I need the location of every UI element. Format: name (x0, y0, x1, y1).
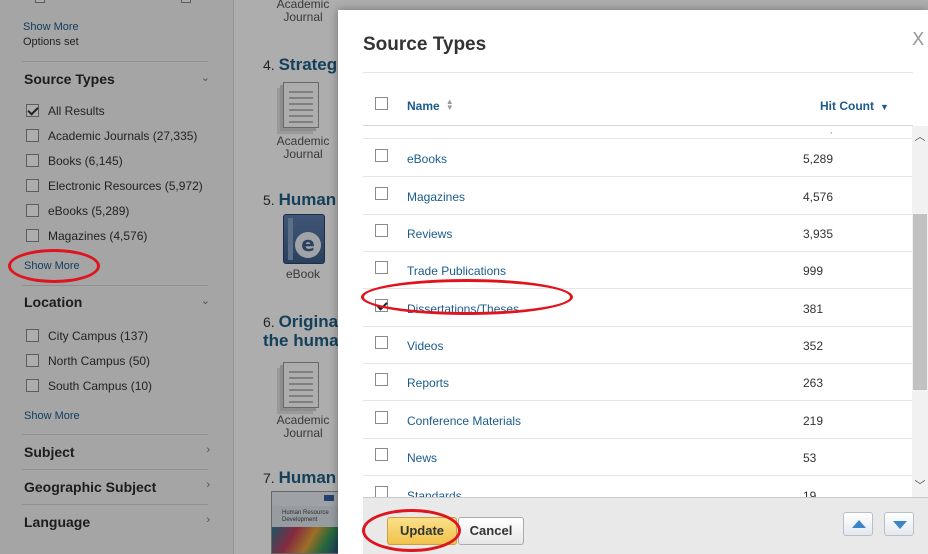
hit-count: 219 (803, 414, 824, 428)
source-type-name[interactable]: Reports (407, 376, 449, 390)
source-type-name[interactable]: Reviews (407, 227, 452, 241)
sort-desc-icon: ▼ (879, 102, 889, 112)
source-type-name[interactable]: Conference Materials (407, 414, 521, 428)
scroll-up-icon[interactable]: ︿ (912, 128, 928, 146)
hit-count: 381 (803, 302, 824, 316)
table-row[interactable]: Reports 263 (363, 363, 913, 401)
hit-count: 4,576 (803, 190, 834, 204)
close-button[interactable]: X (912, 29, 924, 50)
source-type-list[interactable]: , eBooks 5,289 Magazines 4,576 Reviews 3… (363, 126, 913, 497)
hit-count: 263 (803, 376, 824, 390)
arrow-down-icon (893, 521, 907, 529)
column-header-name[interactable]: Name ▲ ▼ (407, 97, 454, 114)
checkbox[interactable] (375, 224, 388, 237)
hit-count: 3,935 (803, 227, 834, 241)
checkbox[interactable] (375, 411, 388, 424)
dialog-footer: Update Cancel (363, 497, 928, 554)
table-row[interactable]: News 53 (363, 438, 913, 476)
list-scrollbar[interactable]: ︿ ﹀ (912, 126, 928, 497)
update-button[interactable]: Update (387, 517, 457, 545)
source-type-name[interactable]: News (407, 451, 437, 465)
cancel-button[interactable]: Cancel (458, 517, 524, 545)
source-type-name[interactable]: Magazines (407, 190, 465, 204)
table-row[interactable]: Trade Publications 999 (363, 251, 913, 289)
checkbox-checked[interactable] (375, 299, 388, 312)
sort-icon: ▲ ▼ (445, 97, 454, 112)
arrow-up-icon (852, 520, 866, 528)
hit-count: 19 (803, 489, 817, 497)
move-up-button[interactable] (843, 512, 873, 536)
hit-count: 999 (803, 264, 824, 278)
move-down-button[interactable] (884, 512, 914, 536)
scrollbar-thumb[interactable] (913, 214, 927, 390)
table-row[interactable]: Reviews 3,935 (363, 214, 913, 252)
checkbox[interactable] (375, 448, 388, 461)
table-header: Name ▲ ▼ Hit Count ▼ (363, 72, 913, 126)
table-row (363, 126, 913, 139)
table-row[interactable]: eBooks 5,289 (363, 139, 913, 177)
source-type-name[interactable]: eBooks (407, 152, 447, 166)
checkbox[interactable] (375, 187, 388, 200)
table-row[interactable]: Videos 352 (363, 326, 913, 364)
scroll-down-icon[interactable]: ﹀ (912, 477, 928, 495)
checkbox[interactable] (375, 486, 388, 497)
checkbox[interactable] (375, 261, 388, 274)
select-all-checkbox[interactable] (375, 97, 388, 110)
source-type-name[interactable]: Trade Publications (407, 264, 506, 278)
hit-count: 53 (803, 451, 817, 465)
dialog-title: Source Types (363, 34, 487, 55)
checkbox[interactable] (375, 149, 388, 162)
hit-count: 5,289 (803, 152, 834, 166)
column-header-hit-count[interactable]: Hit Count ▼ (820, 99, 889, 113)
source-type-name[interactable]: Videos (407, 339, 443, 353)
source-type-name[interactable]: Dissertations/Theses (407, 302, 519, 316)
checkbox[interactable] (375, 336, 388, 349)
source-type-name[interactable]: Standards (407, 489, 462, 497)
table-row[interactable]: Conference Materials 219 (363, 401, 913, 439)
table-row[interactable]: Standards 19 (363, 476, 913, 497)
table-row-selected[interactable]: Dissertations/Theses 381 (363, 289, 913, 327)
table-row[interactable]: Magazines 4,576 (363, 177, 913, 215)
checkbox[interactable] (375, 373, 388, 386)
source-types-dialog: Source Types X Name ▲ ▼ Hit Count ▼ , eBook… (338, 10, 928, 554)
hit-count: 352 (803, 339, 824, 353)
